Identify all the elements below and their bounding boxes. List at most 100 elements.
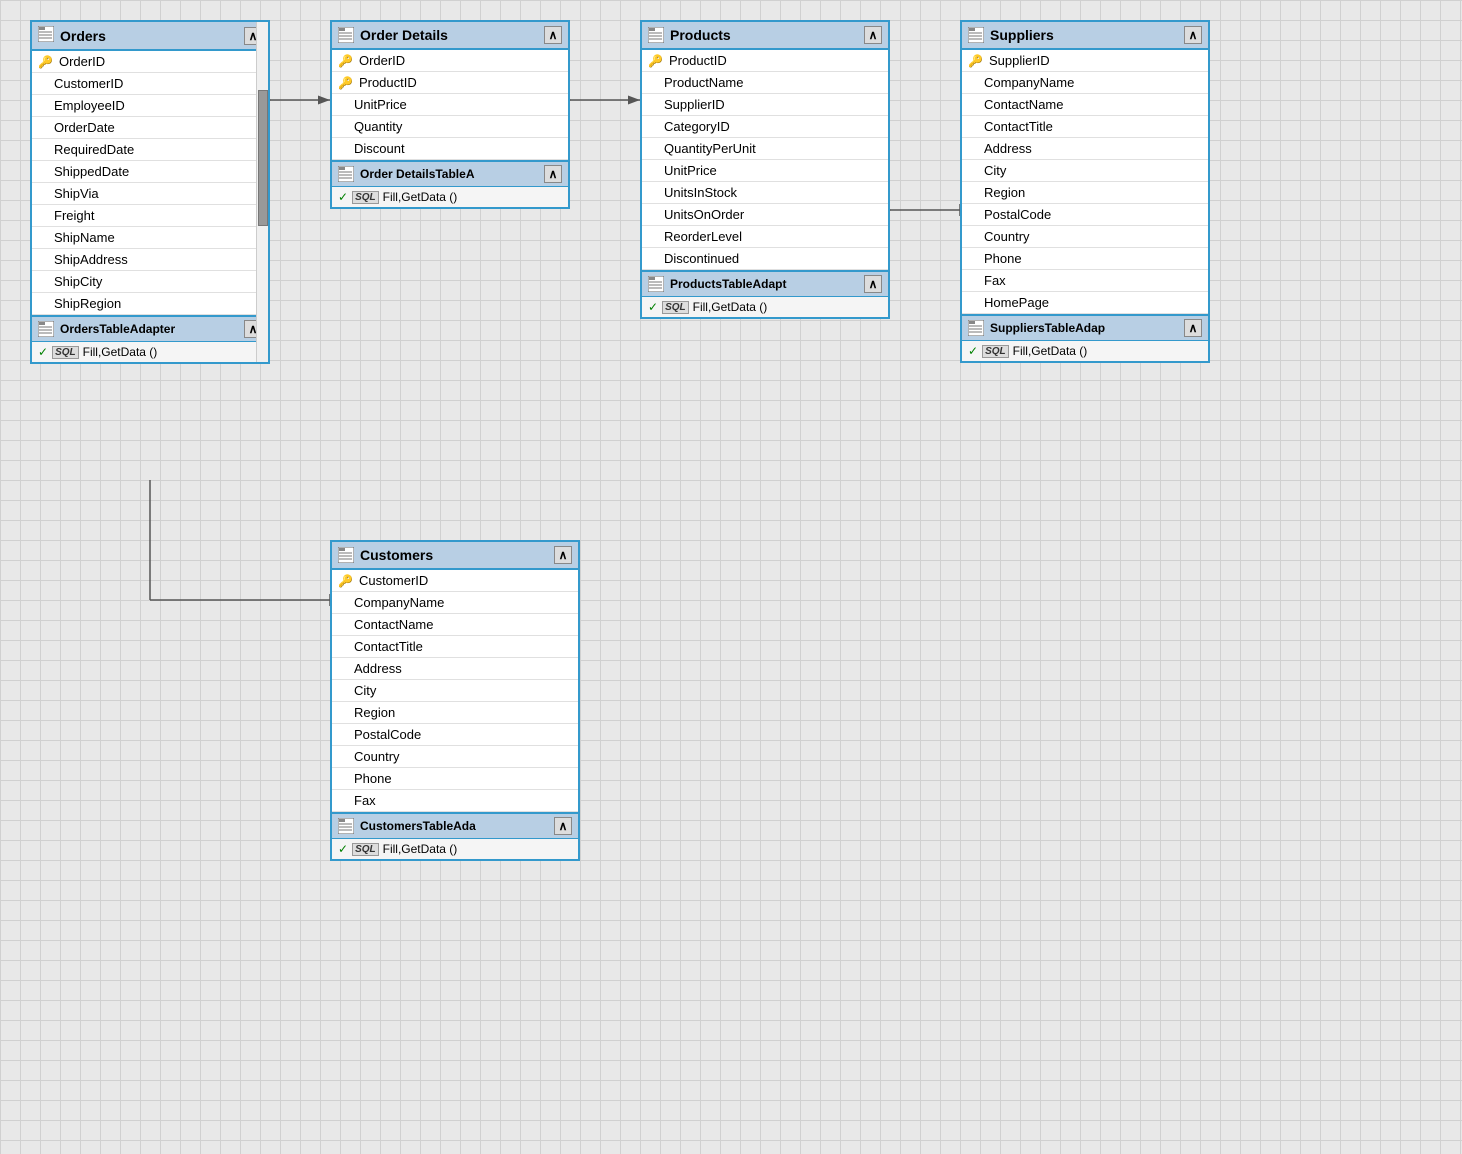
p-field-unitprice: UnitPrice [642,160,888,182]
field-shipname: ShipName [32,227,268,249]
key-icon: 🔑 [338,76,353,90]
key-icon: 🔑 [338,574,353,588]
suppliers-title: Suppliers [990,27,1054,43]
scrollbar-thumb[interactable] [258,90,268,226]
c-field-phone: Phone [332,768,578,790]
s-field-city: City [962,160,1208,182]
products-collapse-btn[interactable]: ∧ [864,26,882,44]
order-details-adapter-method: ✓ SQL Fill,GetData () [332,187,568,207]
products-title: Products [670,27,731,43]
c-field-fax: Fax [332,790,578,812]
orders-adapter-header: OrdersTableAdapter ∧ [32,317,268,342]
products-adapter-method: ✓ SQL Fill,GetData () [642,297,888,317]
products-fields: 🔑 ProductID ProductName SupplierID Categ… [642,50,888,270]
orders-sql-icon: SQL [52,346,79,359]
field-customerid: CustomerID [32,73,268,95]
c-field-companyname: CompanyName [332,592,578,614]
p-method-text: Fill,GetData () [693,300,768,314]
key-icon: 🔑 [648,54,663,68]
c-field-region: Region [332,702,578,724]
s-field-region: Region [962,182,1208,204]
od-field-unitprice: UnitPrice [332,94,568,116]
suppliers-adapter-collapse[interactable]: ∧ [1184,319,1202,337]
c-field-postalcode: PostalCode [332,724,578,746]
od-method-text: Fill,GetData () [383,190,458,204]
p-field-productid: 🔑 ProductID [642,50,888,72]
order-details-adapter-collapse[interactable]: ∧ [544,165,562,183]
field-shipregion: ShipRegion [32,293,268,315]
customers-title: Customers [360,547,433,563]
order-details-header: Order Details ∧ [332,22,568,50]
orders-checkmark: ✓ [38,345,48,359]
orders-adapter-section: OrdersTableAdapter ∧ ✓ SQL Fill,GetData … [32,315,268,362]
suppliers-header: Suppliers ∧ [962,22,1208,50]
suppliers-adapter-header: SuppliersTableAdap ∧ [962,316,1208,341]
orders-adapter-method: ✓ SQL Fill,GetData () [32,342,268,362]
customers-adapter-collapse[interactable]: ∧ [554,817,572,835]
order-details-adapter-name: Order DetailsTableA [360,167,474,181]
c-field-contacttitle: ContactTitle [332,636,578,658]
s-field-companyname: CompanyName [962,72,1208,94]
order-details-title: Order Details [360,27,448,43]
products-adapter-header: ProductsTableAdapt ∧ [642,272,888,297]
suppliers-collapse-btn[interactable]: ∧ [1184,26,1202,44]
s-field-fax: Fax [962,270,1208,292]
field-employeeid: EmployeeID [32,95,268,117]
field-shipcity: ShipCity [32,271,268,293]
s-field-contacttitle: ContactTitle [962,116,1208,138]
p-field-categoryid: CategoryID [642,116,888,138]
orders-table-header: Orders ∧ [32,22,268,51]
field-shipaddress: ShipAddress [32,249,268,271]
key-icon: 🔑 [38,55,53,69]
od-sql-icon: SQL [352,191,379,204]
products-header: Products ∧ [642,22,888,50]
field-requireddate: RequiredDate [32,139,268,161]
orders-table: Orders ∧ 🔑 OrderID CustomerID EmployeeID… [30,20,270,364]
s-field-country: Country [962,226,1208,248]
customers-table: Customers ∧ 🔑 CustomerID CompanyName Con… [330,540,580,861]
od-field-quantity: Quantity [332,116,568,138]
s-field-address: Address [962,138,1208,160]
order-details-collapse-btn[interactable]: ∧ [544,26,562,44]
customers-collapse-btn[interactable]: ∧ [554,546,572,564]
orders-fields: 🔑 OrderID CustomerID EmployeeID OrderDat… [32,51,268,315]
customers-adapter-header: CustomersTableAda ∧ [332,814,578,839]
s-checkmark: ✓ [968,344,978,358]
products-adapter-section: ProductsTableAdapt ∧ ✓ SQL Fill,GetData … [642,270,888,317]
p-field-unitsinstock: UnitsInStock [642,182,888,204]
suppliers-fields: 🔑 SupplierID CompanyName ContactName Con… [962,50,1208,314]
p-field-qpu: QuantityPerUnit [642,138,888,160]
customers-header: Customers ∧ [332,542,578,570]
p-field-reorderlevel: ReorderLevel [642,226,888,248]
s-field-supplierid: 🔑 SupplierID [962,50,1208,72]
order-details-adapter-section: Order DetailsTableA ∧ ✓ SQL Fill,GetData… [332,160,568,207]
c-field-city: City [332,680,578,702]
od-field-orderid: 🔑 OrderID [332,50,568,72]
od-checkmark: ✓ [338,190,348,204]
orders-method-text: Fill,GetData () [83,345,158,359]
suppliers-adapter-method: ✓ SQL Fill,GetData () [962,341,1208,361]
field-shippeddate: ShippedDate [32,161,268,183]
p-checkmark: ✓ [648,300,658,314]
s-field-homepage: HomePage [962,292,1208,314]
c-field-address: Address [332,658,578,680]
customers-adapter-method: ✓ SQL Fill,GetData () [332,839,578,859]
order-details-adapter-header: Order DetailsTableA ∧ [332,162,568,187]
products-adapter-collapse[interactable]: ∧ [864,275,882,293]
c-method-text: Fill,GetData () [383,842,458,856]
p-sql-icon: SQL [662,301,689,314]
field-orderdate: OrderDate [32,117,268,139]
scrollbar-track[interactable] [256,22,268,362]
customers-adapter-name: CustomersTableAda [360,819,476,833]
orders-title: Orders [60,28,106,44]
c-field-country: Country [332,746,578,768]
p-field-productname: ProductName [642,72,888,94]
s-field-postalcode: PostalCode [962,204,1208,226]
order-details-fields: 🔑 OrderID 🔑 ProductID UnitPrice Quantity… [332,50,568,160]
order-details-table: Order Details ∧ 🔑 OrderID 🔑 ProductID Un… [330,20,570,209]
customers-adapter-section: CustomersTableAda ∧ ✓ SQL Fill,GetData (… [332,812,578,859]
p-field-supplierid: SupplierID [642,94,888,116]
orders-adapter-name: OrdersTableAdapter [60,322,175,336]
suppliers-adapter-section: SuppliersTableAdap ∧ ✓ SQL Fill,GetData … [962,314,1208,361]
products-table: Products ∧ 🔑 ProductID ProductName Suppl… [640,20,890,319]
